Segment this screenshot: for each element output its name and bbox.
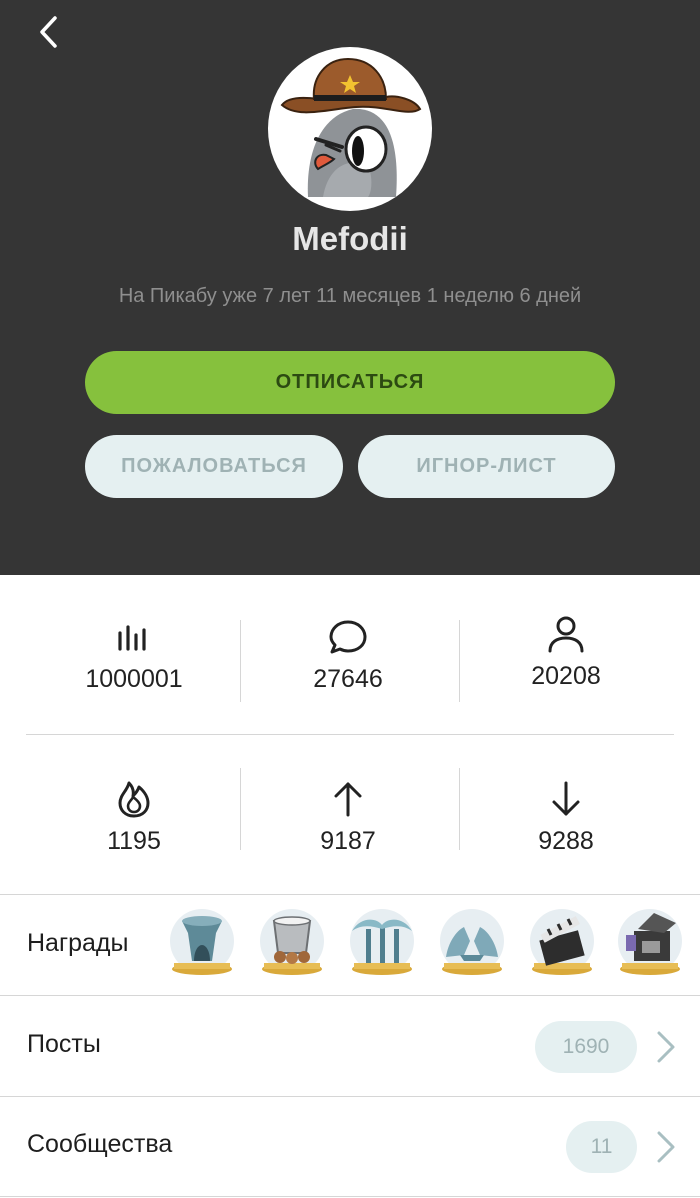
username: Mefodii bbox=[292, 220, 408, 257]
report-button[interactable]: ПОЖАЛОВАТЬСЯ bbox=[85, 435, 343, 498]
avatar[interactable] bbox=[268, 47, 432, 211]
pigeon-cowboy-icon bbox=[280, 57, 422, 197]
comments-value: 27646 bbox=[313, 665, 383, 693]
divider bbox=[0, 1096, 700, 1097]
divider bbox=[459, 768, 460, 850]
fountain-award-icon[interactable] bbox=[166, 907, 238, 979]
divider bbox=[0, 894, 700, 895]
bucket-award-icon[interactable] bbox=[256, 907, 328, 979]
posts-count-badge: 1690 bbox=[535, 1021, 637, 1073]
divider bbox=[26, 734, 674, 735]
subscribers-value: 20208 bbox=[531, 662, 601, 690]
profile-header: Mefodii На Пикабу уже 7 лет 11 месяцев 1… bbox=[0, 0, 700, 575]
chevron-right-icon bbox=[657, 1131, 675, 1163]
crystal-award-icon[interactable] bbox=[436, 907, 508, 979]
ignore-list-button[interactable]: ИГНОР-ЛИСТ bbox=[358, 435, 615, 498]
comment-icon bbox=[329, 620, 367, 654]
chevron-right-icon bbox=[657, 1031, 675, 1063]
divider bbox=[240, 768, 241, 850]
fire-icon bbox=[118, 781, 150, 818]
divider bbox=[459, 620, 460, 702]
stat-comments[interactable]: 27646 bbox=[248, 615, 448, 694]
divider bbox=[0, 1196, 700, 1197]
posts-label: Посты bbox=[27, 1030, 101, 1058]
back-button[interactable] bbox=[30, 14, 66, 50]
unsubscribe-button[interactable]: ОТПИСАТЬСЯ bbox=[85, 351, 615, 414]
divider bbox=[240, 620, 241, 702]
rating-value: 1000001 bbox=[85, 665, 183, 693]
minuses-value: 9288 bbox=[538, 827, 594, 855]
stat-rating[interactable]: 1000001 bbox=[34, 615, 234, 694]
palm-award-icon[interactable] bbox=[346, 907, 418, 979]
communities-count-badge: 11 bbox=[566, 1121, 637, 1173]
divider bbox=[0, 995, 700, 996]
clapperboard-award-icon[interactable] bbox=[526, 907, 598, 979]
stat-minuses[interactable]: 9288 bbox=[466, 777, 666, 856]
account-age: На Пикабу уже 7 лет 11 месяцев 1 неделю … bbox=[118, 285, 582, 307]
chevron-left-icon bbox=[40, 16, 57, 48]
awards-label: Награды bbox=[27, 929, 129, 957]
bar-chart-icon bbox=[118, 625, 146, 651]
user-icon bbox=[548, 616, 584, 653]
arrow-up-icon bbox=[334, 782, 362, 817]
arrow-down-icon bbox=[552, 781, 580, 816]
stat-pluses[interactable]: 9187 bbox=[248, 777, 448, 856]
camera-award-icon[interactable] bbox=[614, 907, 686, 979]
pluses-value: 9187 bbox=[320, 827, 376, 855]
communities-label: Сообщества bbox=[27, 1130, 173, 1158]
hot-value: 1195 bbox=[107, 827, 161, 855]
stat-subscribers[interactable]: 20208 bbox=[466, 612, 666, 691]
stat-hot[interactable]: 1195 bbox=[34, 777, 234, 856]
